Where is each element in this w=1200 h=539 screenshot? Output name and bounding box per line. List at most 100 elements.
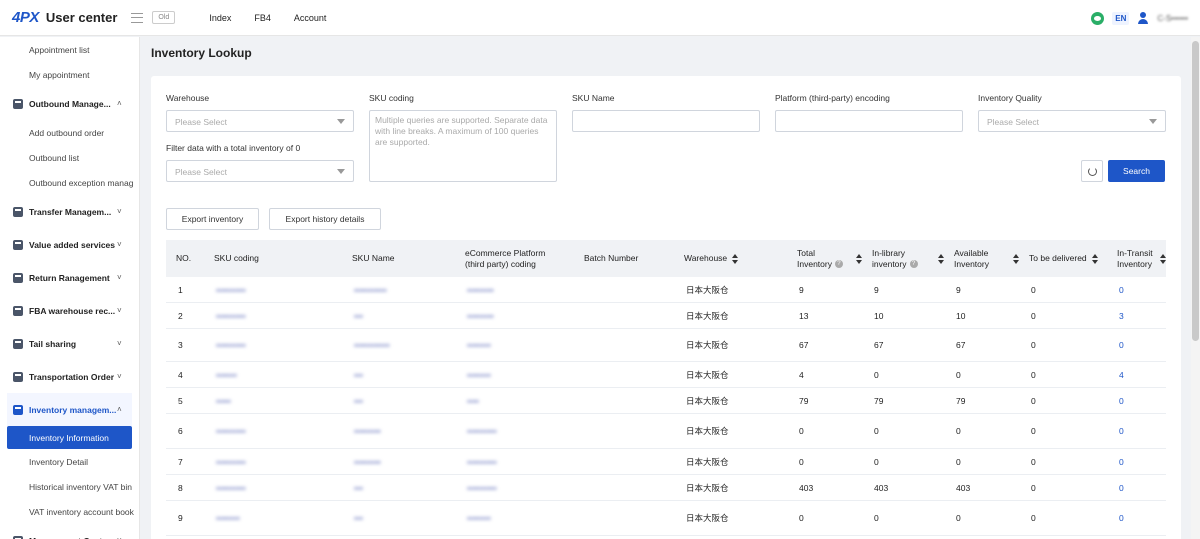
sidebar-group[interactable]: Value added services ˅ — [0, 228, 139, 261]
cell-name: ••• — [354, 369, 363, 380]
sort-icon[interactable] — [732, 253, 739, 264]
sku-coding-textarea[interactable]: Multiple queries are supported. Separate… — [369, 110, 557, 182]
sidebar-group[interactable]: Management Center˅ — [0, 524, 139, 539]
cell-avail: 0 — [956, 513, 961, 523]
sidebar-item[interactable]: Outbound exception manag — [0, 170, 139, 195]
cell-transit[interactable]: 0 — [1107, 340, 1166, 350]
wechat-icon[interactable] — [1091, 11, 1105, 25]
sidebar-item[interactable]: VAT inventory account book — [0, 499, 139, 524]
column-header: SKU coding — [204, 253, 342, 264]
cell-transit[interactable]: 0 — [1107, 396, 1166, 406]
cell-transit[interactable]: 0 — [1107, 426, 1166, 436]
column-header-label: NO. — [176, 253, 192, 263]
export-history-button[interactable]: Export history details — [269, 208, 381, 230]
cell-deliver: 0 — [1031, 340, 1036, 350]
sidebar-item[interactable]: Appointment list — [0, 37, 139, 62]
language-switch[interactable]: EN — [1112, 11, 1130, 25]
help-icon[interactable]: ? — [834, 260, 843, 269]
platform-encoding-label: Platform (third-party) encoding — [775, 93, 890, 103]
sidebar-item-label: VAT inventory account book — [29, 506, 134, 517]
cell-transit[interactable]: 3 — [1107, 311, 1166, 321]
column-header-label: Warehouse — [684, 253, 728, 263]
zero-inventory-select[interactable]: Please Select — [166, 160, 354, 182]
cell-transit[interactable]: 4 — [1107, 370, 1166, 380]
column-header[interactable]: Total Inventory? — [787, 248, 862, 270]
column-header[interactable]: In-Transit Inventory — [1107, 248, 1166, 270]
chevron-icon: ˄ — [117, 405, 122, 414]
table-row: 3 •••••••••• •••••••••••• •••••••• 日本大阪仓 67 67… — [166, 329, 1166, 362]
nav-account[interactable]: Account — [294, 13, 327, 23]
sort-icon[interactable] — [1160, 253, 1166, 264]
cell-no: 4 — [178, 369, 183, 380]
column-header[interactable]: Available Inventory — [944, 248, 1019, 270]
sidebar-item[interactable]: My appointment — [0, 62, 139, 87]
column-header[interactable]: To be delivered — [1019, 253, 1107, 264]
menu-group-icon — [13, 404, 23, 415]
search-button[interactable]: Search — [1108, 160, 1165, 182]
cell-warehouse: 日本大阪仓 — [686, 284, 729, 295]
cell-transit[interactable]: 0 — [1107, 483, 1166, 493]
reset-button[interactable] — [1081, 160, 1103, 182]
column-header[interactable]: In-library inventory? — [862, 248, 944, 270]
inventory-quality-select[interactable]: Please Select — [978, 110, 1166, 132]
chevron-icon: ˅ — [117, 339, 122, 348]
sidebar-group[interactable]: Outbound Manage... ˄ — [0, 87, 139, 120]
cell-transit[interactable]: 0 — [1107, 513, 1166, 523]
sidebar-group[interactable]: Transportation Order ˅ — [0, 360, 139, 393]
sidebar-group-label: Transportation Order — [29, 371, 115, 382]
user-icon[interactable] — [1137, 12, 1149, 24]
sidebar-group[interactable]: Transfer Managem... ˅ — [0, 195, 139, 228]
sidebar-group[interactable]: Tail sharing ˅ — [0, 327, 139, 360]
export-inventory-button[interactable]: Export inventory — [166, 208, 259, 230]
user-name[interactable]: C-S•••••• — [1157, 14, 1188, 23]
sidebar-group-label: Management Center — [29, 536, 110, 539]
sku-name-input[interactable] — [572, 110, 760, 132]
sidebar-group[interactable]: Return Ranagement ˅ — [0, 261, 139, 294]
sidebar-group[interactable]: Inventory managem... ˄ — [7, 393, 132, 426]
warehouse-select[interactable]: Please Select — [166, 110, 354, 132]
cell-no: 8 — [178, 482, 183, 493]
old-version-button[interactable]: Old — [152, 11, 176, 24]
refresh-icon — [1087, 166, 1097, 176]
nav-fb4[interactable]: FB4 — [254, 13, 271, 23]
column-header-label: To be delivered — [1029, 253, 1087, 263]
column-header: NO. — [166, 253, 204, 264]
sidebar: Appointment list My appointment Outbound M… — [0, 37, 140, 539]
nav-index[interactable]: Index — [209, 13, 231, 23]
menu-group-icon — [13, 535, 23, 539]
sidebar-item[interactable]: Inventory Information — [7, 426, 132, 449]
cell-deliver: 0 — [1031, 310, 1036, 321]
warehouse-select-value: Please Select — [175, 117, 227, 127]
column-header[interactable]: Warehouse — [674, 253, 787, 264]
cell-total: 4 — [799, 369, 804, 380]
sidebar-item[interactable]: Historical inventory VAT bin — [0, 474, 139, 499]
cell-avail: 403 — [956, 482, 971, 493]
cell-transit[interactable]: 0 — [1107, 285, 1166, 295]
cell-platform: ••••••••• — [467, 310, 494, 321]
sidebar-group-label: Value added services — [29, 239, 115, 250]
sort-icon[interactable] — [1091, 253, 1098, 264]
cell-transit[interactable]: 0 — [1107, 457, 1166, 467]
cell-platform: •••••••••• — [467, 482, 497, 493]
cell-total: 403 — [799, 482, 814, 493]
sidebar-item[interactable]: Inventory Detail — [0, 449, 139, 474]
logo-mark: 4PX — [12, 9, 39, 26]
platform-encoding-input[interactable] — [775, 110, 963, 132]
cell-sku: ••••••• — [216, 369, 237, 380]
page-scrollbar[interactable] — [1191, 37, 1200, 539]
logo[interactable]: 4PX User center — [12, 9, 117, 26]
cell-platform: •••••••• — [467, 340, 491, 350]
sidebar-item[interactable]: Outbound list — [0, 145, 139, 170]
chevron-icon: ˅ — [117, 273, 122, 282]
cell-name: ••• — [354, 395, 363, 406]
scrollbar-thumb[interactable] — [1192, 41, 1199, 341]
chevron-icon: ˅ — [117, 240, 122, 249]
cell-deliver: 0 — [1031, 284, 1036, 295]
sidebar-item[interactable]: Add outbound order — [0, 120, 139, 145]
cell-avail: 79 — [956, 395, 966, 406]
column-header-label: SKU Name — [352, 253, 395, 263]
sidebar-group[interactable]: FBA warehouse rec... ˅ — [0, 294, 139, 327]
cell-warehouse: 日本大阪仓 — [686, 426, 729, 436]
help-icon[interactable]: ? — [909, 260, 918, 269]
menu-collapse-icon[interactable] — [131, 12, 144, 23]
